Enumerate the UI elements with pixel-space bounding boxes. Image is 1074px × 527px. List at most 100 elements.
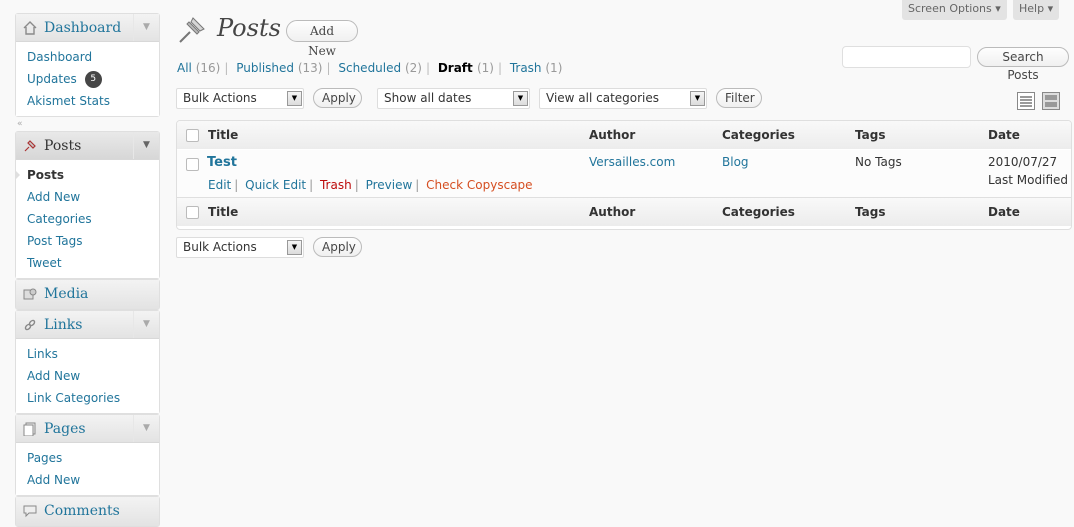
column-author: Author — [589, 128, 636, 142]
submenu-pages[interactable]: Pages — [16, 447, 159, 469]
column-title-footer[interactable]: Title — [208, 205, 238, 219]
submenu-akismet-stats[interactable]: Akismet Stats — [16, 90, 159, 112]
column-title[interactable]: Title — [208, 128, 238, 142]
author-link[interactable]: Versailles.com — [589, 155, 675, 169]
dates-select[interactable]: Show all dates ▼ — [377, 88, 530, 109]
row-checkbox[interactable] — [186, 158, 199, 171]
column-tags: Tags — [855, 128, 886, 142]
submenu-link-categories-link[interactable]: Link Categories — [27, 391, 120, 405]
apply-button-bottom[interactable]: Apply — [313, 237, 362, 257]
list-view-icon[interactable] — [1017, 92, 1035, 110]
filter-draft[interactable]: Draft (1) — [438, 61, 494, 75]
menu-pages-head[interactable]: Pages ▼ — [16, 415, 159, 443]
filter-all[interactable]: All (16) — [177, 61, 220, 75]
submenu-post-tags[interactable]: Post Tags — [16, 230, 159, 252]
submenu-add-new-page-link[interactable]: Add New — [27, 473, 80, 487]
search-posts-button[interactable]: Search Posts — [977, 47, 1069, 82]
trash-link[interactable]: Trash — [320, 178, 352, 192]
submenu-add-new-link-link[interactable]: Add New — [27, 369, 80, 383]
submenu-tweet-link[interactable]: Tweet — [27, 256, 62, 270]
menu-links-head[interactable]: Links ▼ — [16, 311, 159, 339]
apply-button-top[interactable]: Apply — [313, 88, 362, 108]
comment-bubble-icon — [23, 505, 37, 518]
dropdown-arrow-icon: ▼ — [287, 91, 302, 106]
menu-pages-label: Pages — [44, 421, 86, 437]
select-all-checkbox-footer[interactable] — [186, 206, 199, 219]
screen-options-label: Screen Options — [908, 2, 992, 15]
submenu-categories-link[interactable]: Categories — [27, 212, 92, 226]
dropdown-arrow-icon: ▼ — [690, 91, 705, 106]
submenu-links-link[interactable]: Links — [27, 347, 58, 361]
menu-media: Media — [15, 279, 160, 310]
column-categories-footer: Categories — [722, 205, 795, 219]
menu-dashboard-head[interactable]: Dashboard ▼ — [16, 14, 159, 42]
row-actions: Edit | Quick Edit | Trash | Preview | Check … — [208, 178, 533, 192]
check-copyscape-link[interactable]: Check Copyscape — [426, 178, 532, 192]
column-date[interactable]: Date — [988, 128, 1020, 142]
updates-count-badge: 5 — [84, 71, 102, 88]
column-date-footer[interactable]: Date — [988, 205, 1020, 219]
column-tags-footer: Tags — [855, 205, 886, 219]
submenu-add-new-link[interactable]: Add New — [27, 190, 80, 204]
table-header: Title Author Categories Tags Date — [177, 121, 1071, 149]
filter-published[interactable]: Published (13) — [236, 61, 322, 75]
bulk-actions-select-bottom[interactable]: Bulk Actions ▼ — [176, 237, 304, 258]
add-new-post-button[interactable]: Add New — [286, 20, 358, 58]
category-link[interactable]: Blog — [722, 155, 749, 169]
submenu-add-new-page[interactable]: Add New — [16, 469, 159, 491]
submenu-add-new-link[interactable]: Add New — [16, 365, 159, 387]
date-value: 2010/07/27 — [988, 155, 1058, 169]
filter-trash[interactable]: Trash (1) — [510, 61, 563, 75]
admin-menu: Dashboard ▼ Dashboard Updates 5 Akismet S… — [15, 13, 160, 527]
search-input[interactable] — [842, 46, 971, 68]
submenu-akismet-link[interactable]: Akismet Stats — [27, 94, 110, 108]
posts-submenu: Posts Add New Categories Post Tags Tweet — [15, 160, 159, 278]
help-tab[interactable]: Help ▾ — [1013, 0, 1060, 20]
posts-table: Title Author Categories Tags Date Test E… — [176, 120, 1072, 230]
submenu-post-tags-link[interactable]: Post Tags — [27, 234, 83, 248]
bulk-actions-select-top[interactable]: Bulk Actions ▼ — [176, 88, 304, 109]
menu-comments-head[interactable]: Comments — [16, 497, 159, 526]
select-all-checkbox[interactable] — [186, 129, 199, 142]
submenu-categories[interactable]: Categories — [16, 208, 159, 230]
help-label: Help — [1019, 2, 1045, 15]
excerpt-view-icon[interactable] — [1042, 92, 1060, 110]
preview-link[interactable]: Preview — [366, 178, 413, 192]
filter-button[interactable]: Filter — [716, 88, 762, 108]
pages-icon — [23, 422, 36, 436]
categories-select[interactable]: View all categories ▼ — [539, 88, 707, 109]
collapse-menu-icon[interactable]: « — [15, 117, 160, 131]
table-row: Test Edit | Quick Edit | Trash | Preview | C… — [177, 150, 1071, 198]
submenu-updates-link[interactable]: Updates — [27, 72, 77, 86]
menu-toggle-icon[interactable]: ▼ — [133, 311, 159, 338]
submenu-add-new-post[interactable]: Add New — [16, 186, 159, 208]
menu-posts-head[interactable]: Posts ▼ — [16, 132, 159, 160]
edit-link[interactable]: Edit — [208, 178, 231, 192]
submenu-tweet[interactable]: Tweet — [16, 252, 159, 274]
menu-comments: Comments — [15, 496, 160, 527]
dashboard-submenu: Dashboard Updates 5 Akismet Stats — [16, 42, 159, 116]
column-categories: Categories — [722, 128, 795, 142]
tags-value: No Tags — [855, 155, 902, 169]
menu-toggle-icon[interactable]: ▼ — [133, 132, 159, 159]
column-author-footer: Author — [589, 205, 636, 219]
post-title-link[interactable]: Test — [207, 155, 237, 170]
filter-scheduled[interactable]: Scheduled (2) — [338, 61, 422, 75]
menu-links: Links ▼ Links Add New Link Categories — [15, 310, 160, 414]
submenu-updates[interactable]: Updates 5 — [16, 68, 159, 90]
submenu-dashboard-link[interactable]: Dashboard — [27, 50, 92, 64]
table-footer: Title Author Categories Tags Date — [177, 198, 1071, 226]
menu-toggle-icon[interactable]: ▼ — [133, 415, 159, 442]
submenu-posts[interactable]: Posts — [15, 164, 159, 186]
screen-options-tab[interactable]: Screen Options ▾ — [902, 0, 1007, 20]
menu-toggle-icon[interactable]: ▼ — [133, 14, 159, 41]
menu-media-label: Media — [44, 286, 89, 302]
menu-posts-label: Posts — [44, 138, 82, 154]
submenu-dashboard[interactable]: Dashboard — [16, 46, 159, 68]
submenu-pages-link[interactable]: Pages — [27, 451, 62, 465]
bulk-actions-value: Bulk Actions — [183, 91, 257, 105]
submenu-link-categories[interactable]: Link Categories — [16, 387, 159, 409]
submenu-links[interactable]: Links — [16, 343, 159, 365]
menu-media-head[interactable]: Media — [16, 280, 159, 309]
quick-edit-link[interactable]: Quick Edit — [245, 178, 306, 192]
